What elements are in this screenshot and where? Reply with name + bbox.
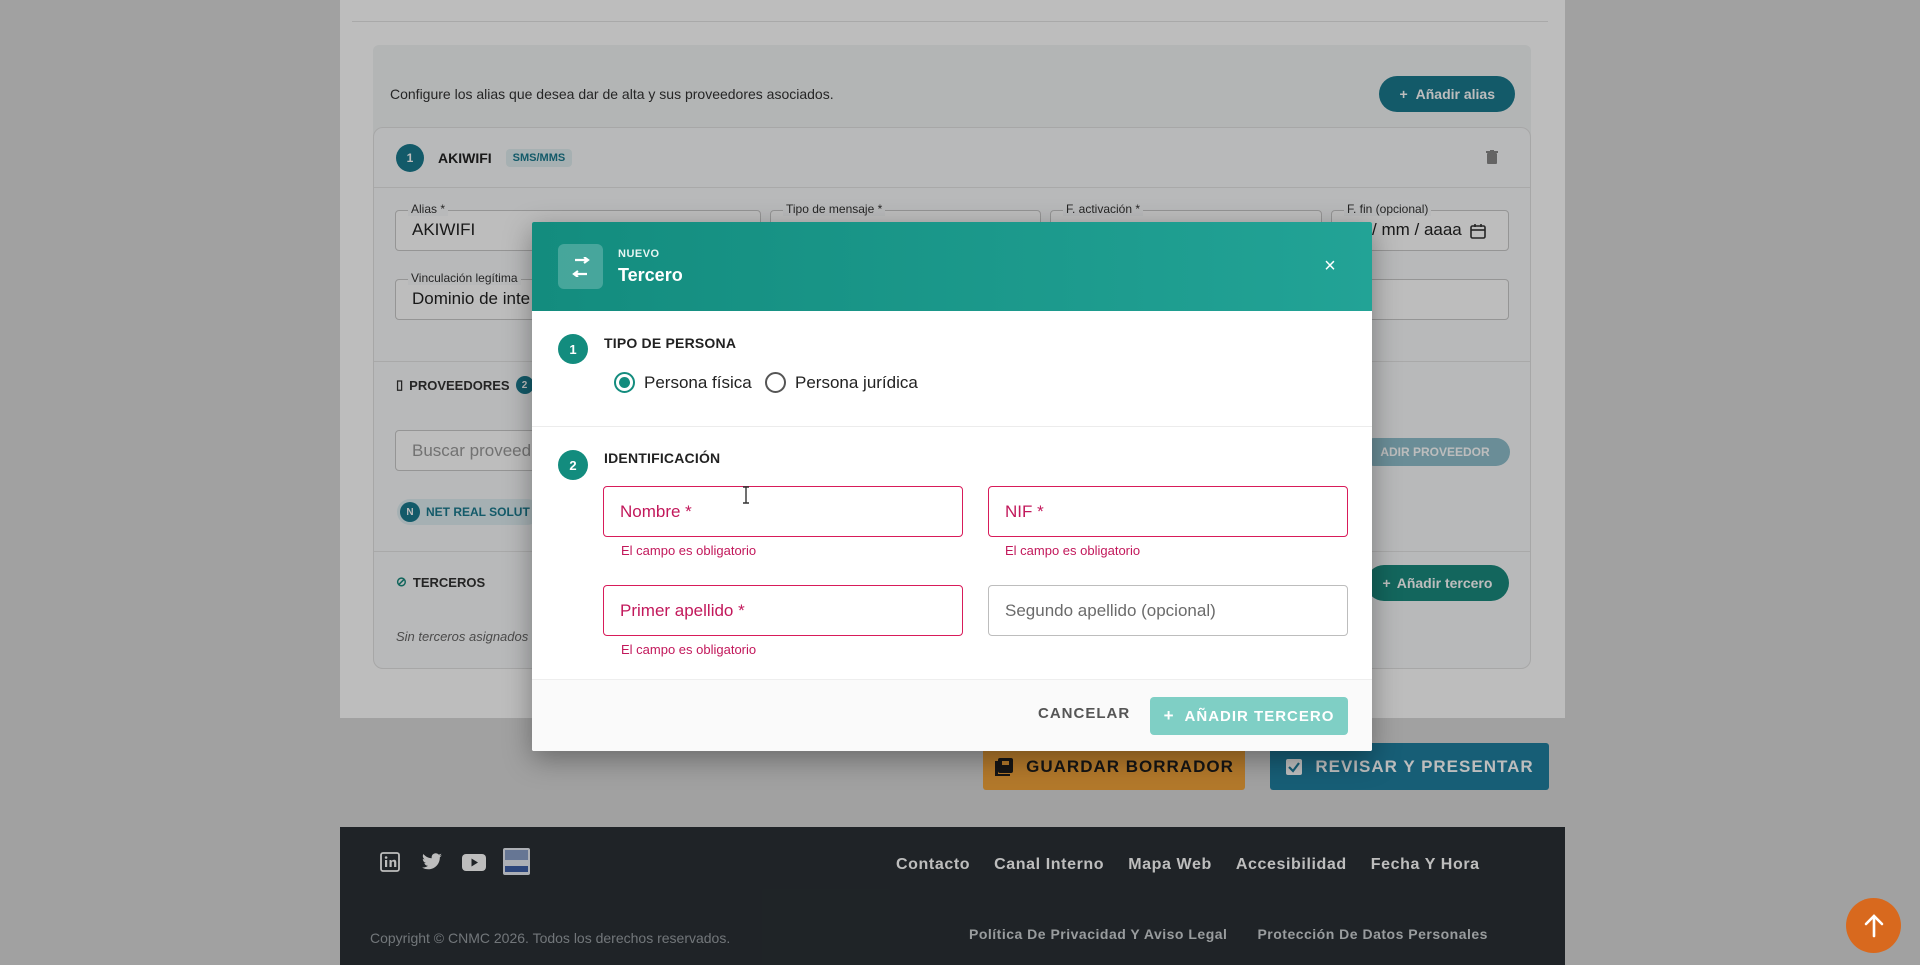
radio-unselected-icon — [765, 372, 786, 393]
scroll-top-button[interactable] — [1846, 898, 1901, 953]
divider — [532, 426, 1372, 427]
dialog-header: NUEVO Tercero × — [532, 222, 1372, 311]
nif-input[interactable] — [989, 487, 1347, 536]
radio-persona-juridica-label: Persona jurídica — [795, 372, 918, 392]
nif-field[interactable] — [988, 486, 1348, 537]
segundo-apellido-field[interactable] — [988, 585, 1348, 636]
cancel-button[interactable]: CANCELAR — [1038, 705, 1130, 722]
plus-icon: + — [1163, 706, 1175, 725]
step-1-number: 1 — [558, 334, 588, 364]
nombre-error: El campo es obligatorio — [621, 543, 757, 558]
segundo-apellido-input[interactable] — [989, 586, 1347, 635]
primer-apellido-field[interactable] — [603, 585, 963, 636]
swap-icon — [558, 244, 603, 289]
arrow-up-icon — [1864, 913, 1883, 937]
nombre-field[interactable] — [603, 486, 963, 537]
dialog-title: Tercero — [618, 265, 683, 285]
radio-selected-icon — [614, 372, 635, 393]
nombre-input[interactable] — [604, 487, 962, 536]
add-tercero-button[interactable]: + AÑADIR TERCERO — [1150, 697, 1348, 735]
step-2-label: IDENTIFICACIÓN — [604, 450, 721, 466]
radio-persona-juridica[interactable]: Persona jurídica — [765, 372, 918, 393]
primer-apellido-input[interactable] — [604, 586, 962, 635]
dialog-subtitle: NUEVO — [618, 248, 660, 260]
tercero-dialog: NUEVO Tercero × 1 TIPO DE PERSONA Person… — [532, 222, 1372, 751]
close-icon[interactable]: × — [1317, 253, 1343, 279]
text-cursor-icon — [743, 486, 749, 504]
add-tercero-button-label: AÑADIR TERCERO — [1184, 707, 1335, 725]
step-2-number: 2 — [558, 450, 588, 480]
primer-apellido-error: El campo es obligatorio — [621, 642, 757, 657]
nif-error: El campo es obligatorio — [1005, 543, 1141, 558]
step-1-label: TIPO DE PERSONA — [604, 335, 737, 351]
radio-persona-fisica-label: Persona física — [644, 372, 752, 392]
radio-persona-fisica[interactable]: Persona física — [614, 372, 752, 393]
